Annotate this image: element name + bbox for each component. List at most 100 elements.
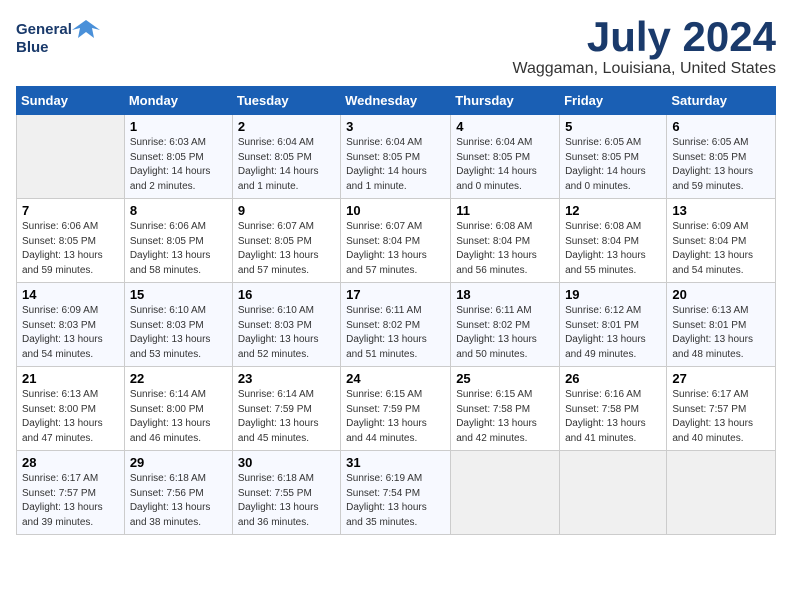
calendar-week-2: 7Sunrise: 6:06 AM Sunset: 8:05 PM Daylig… (17, 199, 776, 283)
day-number: 1 (130, 119, 227, 134)
calendar-table: Sunday Monday Tuesday Wednesday Thursday… (16, 86, 776, 535)
table-row: 27 Sunrise: 6:17 AM Sunset: 7:57 PM Dayli… (667, 367, 776, 451)
day-info: Sunrise: 6:13 AM Sunset: 8:01 PM Dayligh… (672, 304, 770, 362)
table-row (17, 115, 125, 199)
table-row: 14 Sunrise: 6:09 AM Sunset: 8:03 PM Dayli… (17, 283, 125, 367)
day-number: 18 (456, 287, 554, 302)
day-info: Sunrise: 6:04 AM Sunset: 8:05 PM Dayligh… (456, 136, 554, 194)
table-row: 1 Sunrise: 6:03 AM Sunset: 8:05 PM Daylig… (124, 115, 232, 199)
col-wednesday: Wednesday (341, 87, 451, 115)
day-number: 9 (238, 203, 335, 218)
table-row: 8Sunrise: 6:06 AM Sunset: 8:05 PM Daylig… (124, 199, 232, 283)
table-row: 30 Sunrise: 6:18 AM Sunset: 7:55 PM Dayli… (232, 451, 340, 535)
table-row: 6 Sunrise: 6:05 AM Sunset: 8:05 PM Daylig… (667, 115, 776, 199)
day-number: 25 (456, 371, 554, 386)
table-row: 9 Sunrise: 6:07 AM Sunset: 8:05 PM Daylig… (232, 199, 340, 283)
header-row: Sunday Monday Tuesday Wednesday Thursday… (17, 87, 776, 115)
table-row: 22 Sunrise: 6:14 AM Sunset: 8:00 PM Dayli… (124, 367, 232, 451)
day-number: 31 (346, 455, 445, 470)
col-tuesday: Tuesday (232, 87, 340, 115)
table-row: 21 Sunrise: 6:13 AM Sunset: 8:00 PM Dayli… (17, 367, 125, 451)
table-row: 24 Sunrise: 6:15 AM Sunset: 7:59 PM Dayli… (341, 367, 451, 451)
logo-text-line2: Blue (16, 40, 49, 57)
table-row (560, 451, 667, 535)
day-info: Sunrise: 6:11 AM Sunset: 8:02 PM Dayligh… (456, 304, 554, 362)
day-info: Sunrise: 6:15 AM Sunset: 7:59 PM Dayligh… (346, 388, 445, 446)
table-row: 11 Sunrise: 6:08 AM Sunset: 8:04 PM Dayli… (451, 199, 560, 283)
day-number: 13 (672, 203, 770, 218)
day-number: 5 (565, 119, 661, 134)
table-row: 4 Sunrise: 6:04 AM Sunset: 8:05 PM Daylig… (451, 115, 560, 199)
day-info: Sunrise: 6:06 AM Sunset: 8:05 PM Dayligh… (22, 220, 119, 278)
day-info: Sunrise: 6:11 AM Sunset: 8:02 PM Dayligh… (346, 304, 445, 362)
col-thursday: Thursday (451, 87, 560, 115)
day-info: Sunrise: 6:18 AM Sunset: 7:55 PM Dayligh… (238, 472, 335, 530)
day-number: 19 (565, 287, 661, 302)
table-row: 26Sunrise: 6:16 AM Sunset: 7:58 PM Dayli… (560, 367, 667, 451)
day-number: 21 (22, 371, 119, 386)
day-info: Sunrise: 6:17 AM Sunset: 7:57 PM Dayligh… (22, 472, 119, 530)
table-row: 17Sunrise: 6:11 AM Sunset: 8:02 PM Dayli… (341, 283, 451, 367)
day-number: 27 (672, 371, 770, 386)
day-number: 14 (22, 287, 119, 302)
table-row: 15Sunrise: 6:10 AM Sunset: 8:03 PM Dayli… (124, 283, 232, 367)
day-number: 28 (22, 455, 119, 470)
day-info: Sunrise: 6:14 AM Sunset: 7:59 PM Dayligh… (238, 388, 335, 446)
table-row: 7Sunrise: 6:06 AM Sunset: 8:05 PM Daylig… (17, 199, 125, 283)
table-row: 5 Sunrise: 6:05 AM Sunset: 8:05 PM Daylig… (560, 115, 667, 199)
day-number: 8 (130, 203, 227, 218)
col-monday: Monday (124, 87, 232, 115)
day-number: 11 (456, 203, 554, 218)
day-number: 2 (238, 119, 335, 134)
table-row: 25 Sunrise: 6:15 AM Sunset: 7:58 PM Dayli… (451, 367, 560, 451)
table-row: 19 Sunrise: 6:12 AM Sunset: 8:01 PM Dayli… (560, 283, 667, 367)
day-info: Sunrise: 6:07 AM Sunset: 8:05 PM Dayligh… (238, 220, 335, 278)
logo-text-line1: General (16, 22, 72, 39)
day-info: Sunrise: 6:07 AM Sunset: 8:04 PM Dayligh… (346, 220, 445, 278)
day-info: Sunrise: 6:04 AM Sunset: 8:05 PM Dayligh… (238, 136, 335, 194)
col-sunday: Sunday (17, 87, 125, 115)
day-number: 3 (346, 119, 445, 134)
day-info: Sunrise: 6:12 AM Sunset: 8:01 PM Dayligh… (565, 304, 661, 362)
table-row: 13 Sunrise: 6:09 AM Sunset: 8:04 PM Dayli… (667, 199, 776, 283)
calendar-week-5: 28 Sunrise: 6:17 AM Sunset: 7:57 PM Dayli… (17, 451, 776, 535)
day-info: Sunrise: 6:09 AM Sunset: 8:03 PM Dayligh… (22, 304, 119, 362)
table-row: 31Sunrise: 6:19 AM Sunset: 7:54 PM Dayli… (341, 451, 451, 535)
day-number: 23 (238, 371, 335, 386)
day-number: 16 (238, 287, 335, 302)
day-info: Sunrise: 6:04 AM Sunset: 8:05 PM Dayligh… (346, 136, 445, 194)
day-info: Sunrise: 6:05 AM Sunset: 8:05 PM Dayligh… (672, 136, 770, 194)
col-saturday: Saturday (667, 87, 776, 115)
day-info: Sunrise: 6:14 AM Sunset: 8:00 PM Dayligh… (130, 388, 227, 446)
table-row: 16Sunrise: 6:10 AM Sunset: 8:03 PM Dayli… (232, 283, 340, 367)
day-number: 15 (130, 287, 227, 302)
table-row: 3 Sunrise: 6:04 AM Sunset: 8:05 PM Daylig… (341, 115, 451, 199)
table-row: 28 Sunrise: 6:17 AM Sunset: 7:57 PM Dayli… (17, 451, 125, 535)
day-number: 24 (346, 371, 445, 386)
calendar-subtitle: Waggaman, Louisiana, United States (512, 60, 776, 78)
logo-bird-icon (72, 16, 100, 44)
table-row (667, 451, 776, 535)
day-number: 22 (130, 371, 227, 386)
day-number: 29 (130, 455, 227, 470)
calendar-title: July 2024 (512, 16, 776, 58)
table-row: 18 Sunrise: 6:11 AM Sunset: 8:02 PM Dayli… (451, 283, 560, 367)
calendar-week-4: 21 Sunrise: 6:13 AM Sunset: 8:00 PM Dayli… (17, 367, 776, 451)
col-friday: Friday (560, 87, 667, 115)
day-info: Sunrise: 6:15 AM Sunset: 7:58 PM Dayligh… (456, 388, 554, 446)
day-number: 30 (238, 455, 335, 470)
table-row: 29 Sunrise: 6:18 AM Sunset: 7:56 PM Dayli… (124, 451, 232, 535)
day-info: Sunrise: 6:09 AM Sunset: 8:04 PM Dayligh… (672, 220, 770, 278)
day-info: Sunrise: 6:08 AM Sunset: 8:04 PM Dayligh… (456, 220, 554, 278)
day-number: 6 (672, 119, 770, 134)
day-info: Sunrise: 6:17 AM Sunset: 7:57 PM Dayligh… (672, 388, 770, 446)
day-info: Sunrise: 6:03 AM Sunset: 8:05 PM Dayligh… (130, 136, 227, 194)
day-info: Sunrise: 6:13 AM Sunset: 8:00 PM Dayligh… (22, 388, 119, 446)
day-info: Sunrise: 6:05 AM Sunset: 8:05 PM Dayligh… (565, 136, 661, 194)
day-number: 26 (565, 371, 661, 386)
table-row: 20Sunrise: 6:13 AM Sunset: 8:01 PM Dayli… (667, 283, 776, 367)
calendar-week-3: 14 Sunrise: 6:09 AM Sunset: 8:03 PM Dayli… (17, 283, 776, 367)
day-number: 12 (565, 203, 661, 218)
day-info: Sunrise: 6:18 AM Sunset: 7:56 PM Dayligh… (130, 472, 227, 530)
day-number: 4 (456, 119, 554, 134)
